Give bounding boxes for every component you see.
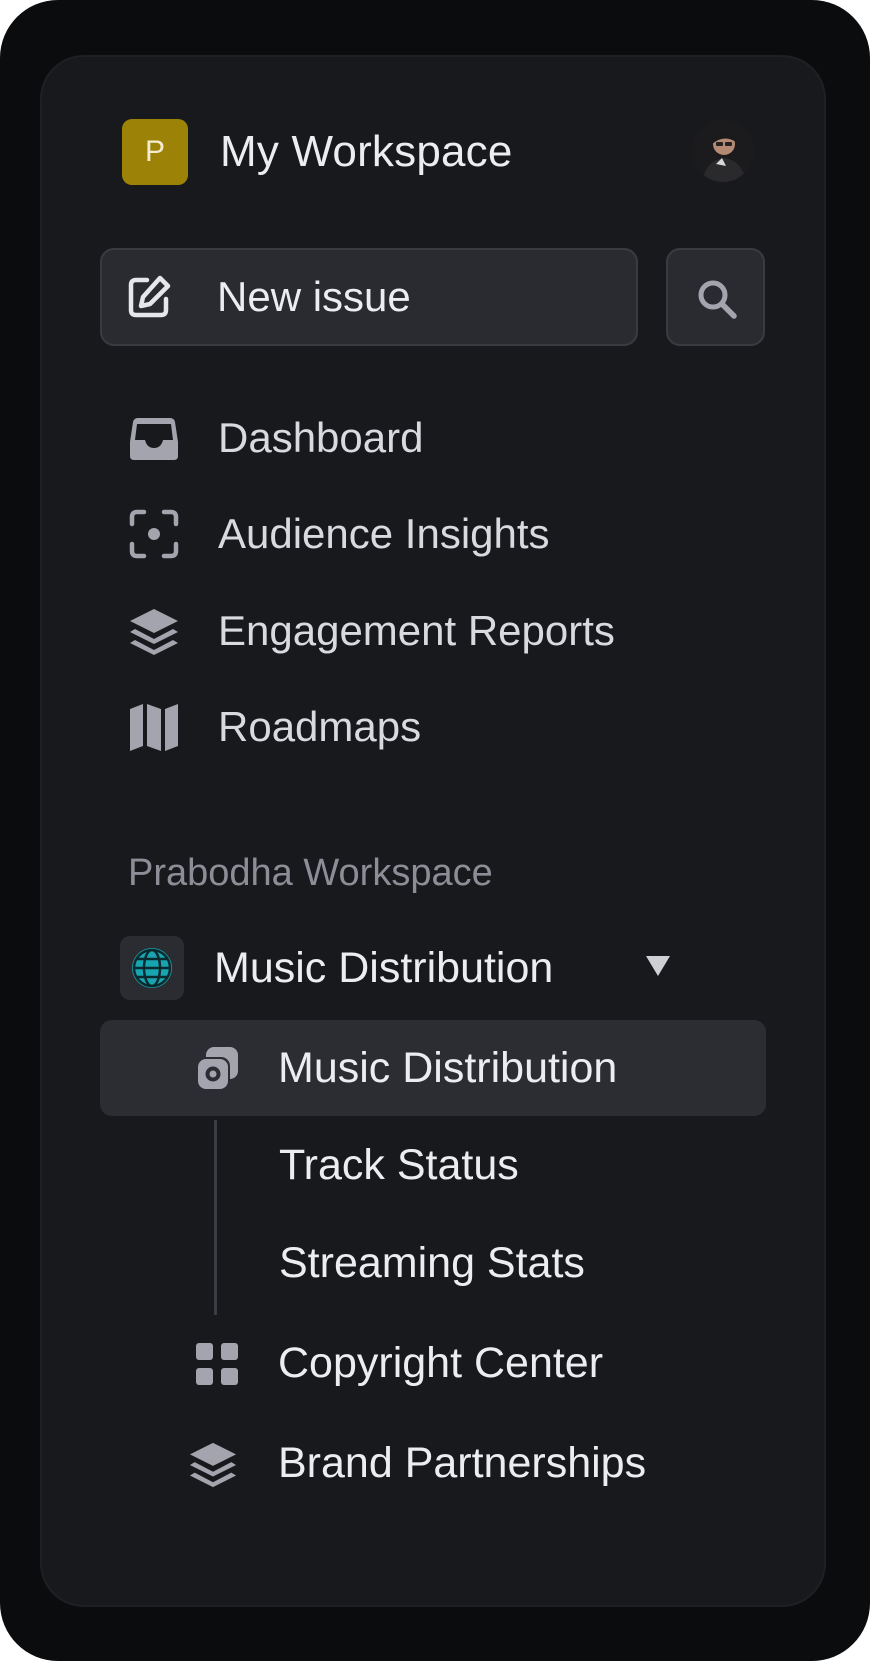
- search-button[interactable]: [666, 248, 765, 346]
- edit-icon: [128, 275, 171, 318]
- avatar[interactable]: [692, 120, 754, 182]
- workspace-logo[interactable]: P: [122, 119, 188, 185]
- nav-item-label: Audience Insights: [218, 510, 550, 557]
- nav-item-label: Engagement Reports: [218, 607, 615, 654]
- layers-icon: [189, 1442, 237, 1488]
- sidebar-item-streaming-stats[interactable]: Streaming Stats: [279, 1228, 585, 1298]
- grid-icon: [196, 1343, 238, 1385]
- sidebar-item-label: Copyright Center: [278, 1339, 604, 1387]
- nav-item-audience-insights[interactable]: Audience Insights: [120, 504, 720, 564]
- sidebar-item-label: Brand Partnerships: [278, 1439, 647, 1487]
- nav-item-roadmaps[interactable]: Roadmaps: [120, 697, 720, 757]
- nav-item-dashboard[interactable]: Dashboard: [120, 408, 720, 468]
- team-icon-box: [120, 936, 184, 1000]
- chevron-down-icon: [646, 956, 670, 976]
- globe-icon: [132, 948, 172, 988]
- new-issue-button[interactable]: New issue: [100, 248, 638, 346]
- sidebar-item-brand-partnerships[interactable]: Brand Partnerships: [188, 1428, 748, 1498]
- search-icon: [698, 280, 737, 319]
- team-label: Music Distribution: [214, 944, 554, 992]
- sidebar-item-track-status[interactable]: Track Status: [279, 1130, 519, 1200]
- nav-item-engagement-reports[interactable]: Engagement Reports: [120, 601, 720, 661]
- sidebar-item-music-distribution[interactable]: Music Distribution: [192, 1033, 752, 1103]
- user-photo: [692, 120, 754, 182]
- sidebar-item-copyright-center[interactable]: Copyright Center: [192, 1328, 752, 1398]
- inbox-icon: [130, 418, 178, 460]
- workspace-logo-letter: P: [144, 135, 165, 168]
- layers-icon: [130, 609, 178, 655]
- tree-connector: [214, 1120, 217, 1315]
- section-title: Prabodha Workspace: [128, 852, 493, 894]
- focus-icon: [129, 509, 179, 559]
- new-issue-label: New issue: [217, 273, 411, 320]
- sidebar-item-label: Music Distribution: [278, 1044, 618, 1092]
- team-toggle[interactable]: Music Distribution: [120, 936, 740, 1000]
- workspace-title[interactable]: My Workspace: [220, 122, 513, 182]
- nav-item-label: Roadmaps: [218, 703, 422, 750]
- nav-item-label: Dashboard: [218, 414, 424, 461]
- app-frame: P My Workspace New issue Dashboard Audie…: [0, 0, 870, 1661]
- copy-circle-icon: [196, 1047, 238, 1091]
- map-icon: [130, 704, 178, 751]
